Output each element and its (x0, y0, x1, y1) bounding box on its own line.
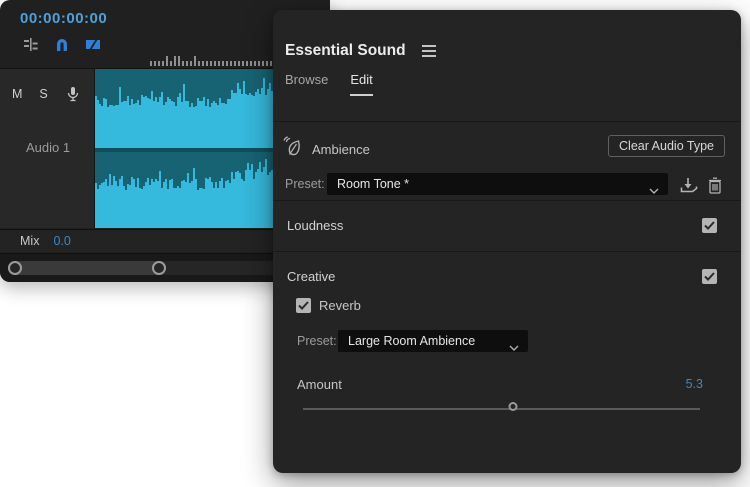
panel-title: Essential Sound (285, 42, 406, 60)
nest-toggle-icon[interactable] (22, 36, 39, 53)
voiceover-record-icon[interactable] (65, 85, 82, 102)
mix-value[interactable]: 0.0 (53, 234, 70, 248)
loudness-checkbox[interactable] (702, 218, 717, 233)
loudness-section: Loudness (273, 200, 741, 251)
track-header: M S Audio 1 (0, 69, 95, 228)
creative-label: Creative (287, 269, 335, 284)
save-preset-icon[interactable] (679, 175, 699, 195)
reverb-checkbox[interactable] (296, 298, 311, 313)
amount-slider[interactable] (303, 402, 700, 416)
creative-checkbox[interactable] (702, 269, 717, 284)
snap-magnet-icon[interactable] (53, 36, 70, 53)
ambience-leaf-icon (283, 136, 304, 162)
track-name: Audio 1 (26, 140, 70, 155)
audio-type-row: Ambience Clear Audio Type (273, 122, 741, 170)
solo-track-button[interactable]: S (39, 87, 47, 101)
zoom-handle-right[interactable] (152, 261, 166, 275)
reverb-preset-row: Preset: Large Room Ambience (273, 330, 741, 354)
preset-label: Preset: (285, 177, 325, 191)
mix-label: Mix (20, 234, 39, 248)
playhead-timecode[interactable]: 00:00:00:00 (20, 10, 107, 27)
amount-slider-handle[interactable] (509, 402, 518, 411)
main-preset-row: Preset: Room Tone * (273, 173, 741, 197)
linked-selection-icon[interactable] (84, 36, 101, 53)
reverb-preset-dropdown[interactable]: Large Room Ambience (338, 330, 528, 352)
loudness-label: Loudness (287, 218, 343, 233)
audio-type-label: Ambience (312, 142, 370, 157)
amount-slider-track[interactable] (303, 408, 700, 410)
tab-edit[interactable]: Edit (350, 72, 372, 96)
hamburger-menu-icon[interactable] (422, 45, 436, 57)
reverb-preset-label: Preset: (297, 334, 337, 348)
trash-icon[interactable] (705, 175, 725, 195)
tab-browse[interactable]: Browse (285, 72, 328, 96)
reverb-preset-value: Large Room Ambience (348, 334, 475, 348)
amount-row: Amount 5.3 (273, 376, 741, 394)
amount-label: Amount (297, 377, 342, 392)
preset-dropdown[interactable]: Room Tone * (327, 173, 668, 195)
amount-value[interactable]: 5.3 (686, 377, 703, 391)
creative-section: Creative (273, 251, 741, 302)
zoom-scrollbar-thumb[interactable] (8, 261, 166, 275)
reverb-label: Reverb (319, 298, 361, 313)
chevron-down-icon (649, 181, 659, 199)
chevron-down-icon (509, 338, 519, 356)
mute-track-button[interactable]: M (12, 87, 22, 101)
zoom-handle-left[interactable] (8, 261, 22, 275)
preset-value: Room Tone * (337, 177, 409, 191)
reverb-row: Reverb (296, 298, 361, 313)
clear-audio-type-button[interactable]: Clear Audio Type (608, 135, 725, 157)
essential-sound-panel: Essential Sound Browse Edit Ambience Cle… (273, 10, 741, 473)
